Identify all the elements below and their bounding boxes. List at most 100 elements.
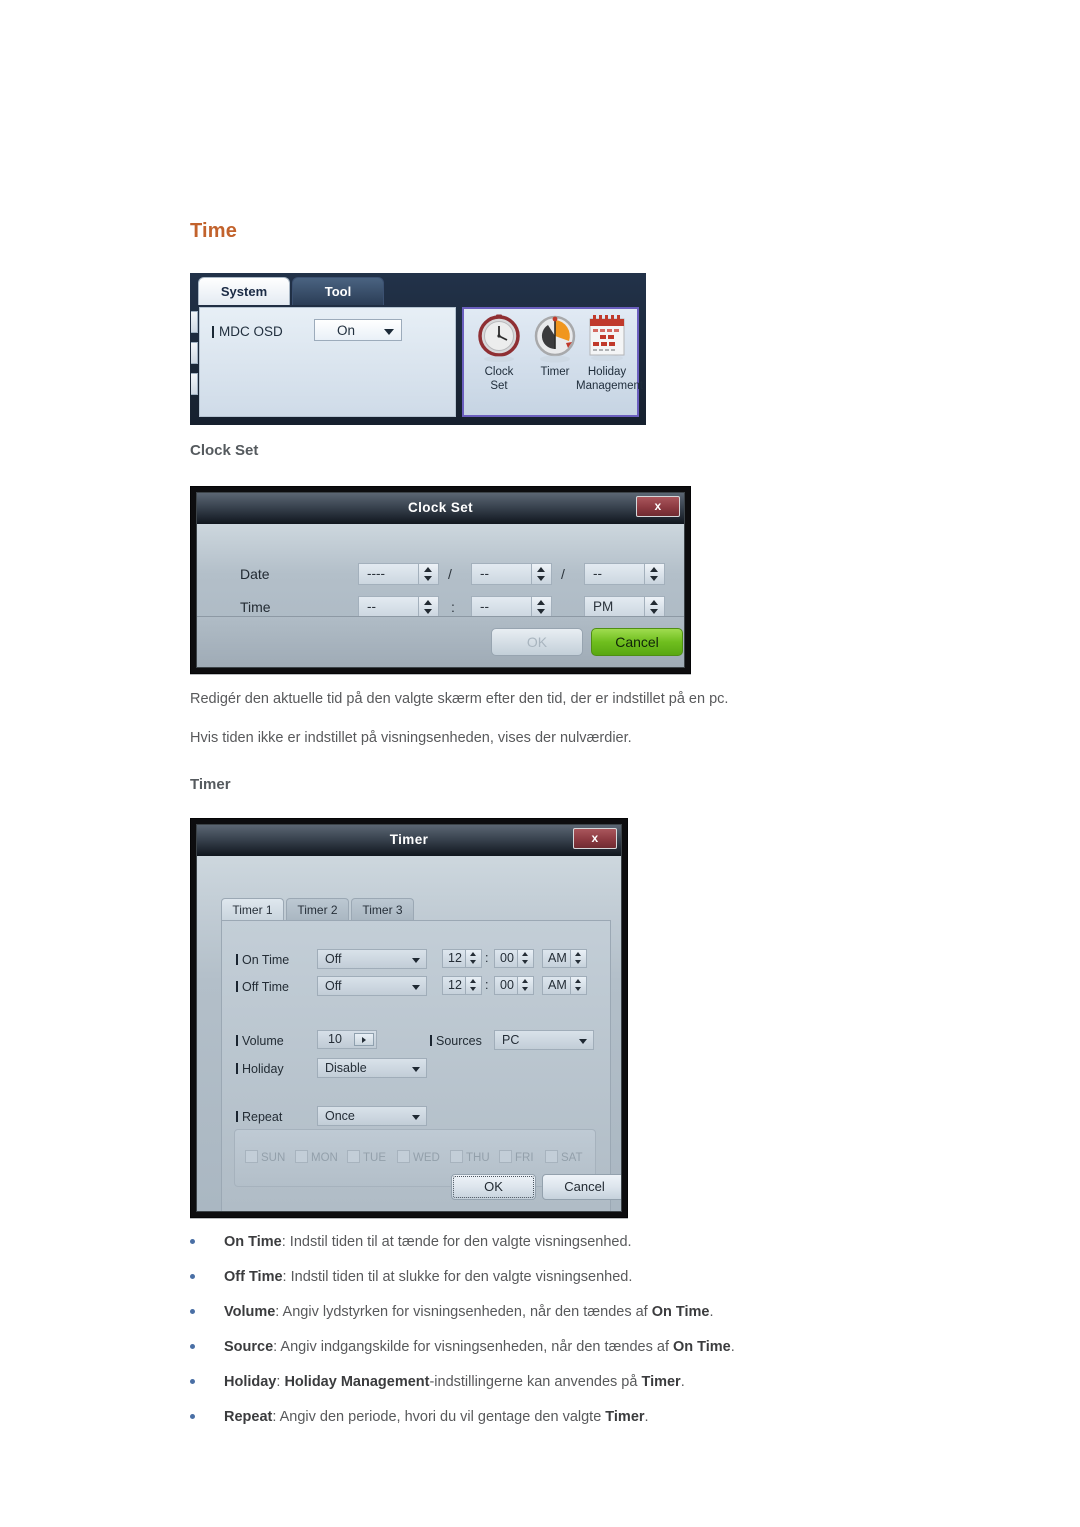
field-marker-icon xyxy=(430,1035,432,1046)
checkbox-fri[interactable]: FRI xyxy=(499,1150,534,1164)
section-heading-timer: Timer xyxy=(190,776,231,793)
stepper-arrows-icon[interactable] xyxy=(465,950,481,967)
on-time-label: On Time xyxy=(236,953,289,967)
stepper-arrows-icon[interactable] xyxy=(517,950,533,967)
bullet-tail: . xyxy=(709,1304,714,1320)
timer-dialog-inner: Timer x Timer 1 Timer 2 Timer 3 On Time … xyxy=(196,824,622,1212)
timer-content: Timer 1 Timer 2 Timer 3 On Time Off 12 : xyxy=(197,856,621,1211)
bullet-term: Source xyxy=(224,1339,274,1355)
date-year-stepper[interactable]: ---- xyxy=(358,563,439,585)
repeat-dropdown[interactable]: Once xyxy=(317,1106,427,1126)
checkbox-sat[interactable]: SAT xyxy=(545,1150,583,1164)
sidebar-stub xyxy=(191,311,198,411)
timer-dialog: Timer x Timer 1 Timer 2 Timer 3 On Time … xyxy=(190,818,628,1218)
mdc-osd-value: On xyxy=(337,323,356,338)
checkbox-icon[interactable] xyxy=(545,1150,558,1163)
field-marker-icon xyxy=(236,1063,238,1074)
off-time-meridiem-stepper[interactable]: AM xyxy=(542,976,587,995)
on-time-hour-stepper[interactable]: 12 xyxy=(442,949,482,968)
stepper-arrows-icon[interactable] xyxy=(531,597,551,617)
ok-button[interactable]: OK xyxy=(491,628,583,656)
checkbox-wed[interactable]: WED xyxy=(397,1150,440,1164)
list-item: Volume: Angiv lydstyrken for visningsenh… xyxy=(186,1302,1046,1337)
tab-timer-1[interactable]: Timer 1 xyxy=(221,898,284,921)
volume-stepper[interactable]: 10 xyxy=(317,1030,377,1049)
clock-set-dialog-inner: Clock Set x Date ---- / -- / -- Time -- … xyxy=(196,492,685,668)
on-time-meridiem-value: AM xyxy=(548,951,567,965)
off-time-minute-stepper[interactable]: 00 xyxy=(494,976,534,995)
holiday-label: Holiday xyxy=(236,1062,284,1076)
date-month-stepper[interactable]: -- xyxy=(471,563,552,585)
clock-set-button[interactable]: Clock Set xyxy=(470,313,528,392)
off-time-mode-value: Off xyxy=(325,979,342,993)
bullet-text: : Indstil tiden til at slukke for den va… xyxy=(282,1269,633,1285)
tab-timer-2[interactable]: Timer 2 xyxy=(286,898,349,921)
field-marker-icon xyxy=(236,1035,238,1046)
checkbox-tue[interactable]: TUE xyxy=(347,1150,386,1164)
paragraph-2: Hvis tiden ikke er indstillet på visning… xyxy=(190,730,632,746)
checkbox-mon[interactable]: MON xyxy=(295,1150,338,1164)
bullet-text-2: -indstillingerne kan anvendes på xyxy=(429,1374,642,1390)
ok-button[interactable]: OK xyxy=(451,1174,536,1200)
repeat-value: Once xyxy=(325,1109,355,1123)
holiday-management-button[interactable]: Holiday Management xyxy=(576,313,644,392)
cancel-button[interactable]: Cancel xyxy=(591,628,683,656)
field-marker-icon xyxy=(236,954,238,965)
clock-set-dialog: Clock Set x Date ---- / -- / -- Time -- … xyxy=(190,486,691,674)
stepper-arrows-icon[interactable] xyxy=(570,950,586,967)
on-time-colon: : xyxy=(485,951,489,965)
checkbox-icon[interactable] xyxy=(397,1150,410,1163)
clock-set-content: Date ---- / -- / -- Time --: -- PM OK C… xyxy=(197,524,684,667)
checkbox-icon[interactable] xyxy=(347,1150,360,1163)
holiday-dropdown[interactable]: Disable xyxy=(317,1058,427,1078)
bullet-icon xyxy=(190,1274,195,1279)
tab-system[interactable]: System xyxy=(198,277,290,305)
clock-set-titlebar: Clock Set x xyxy=(197,493,684,524)
chevron-down-icon xyxy=(412,958,420,963)
stepper-arrows-icon[interactable] xyxy=(517,977,533,994)
tab-timer-3[interactable]: Timer 3 xyxy=(351,898,414,921)
time-hour-stepper[interactable]: -- xyxy=(358,596,439,618)
on-time-mode-value: Off xyxy=(325,952,342,966)
stepper-arrows-icon[interactable] xyxy=(531,564,551,584)
stepper-arrows-icon[interactable] xyxy=(418,597,438,617)
on-time-minute-stepper[interactable]: 00 xyxy=(494,949,534,968)
on-time-meridiem-stepper[interactable]: AM xyxy=(542,949,587,968)
stepper-arrows-icon[interactable] xyxy=(644,564,664,584)
bullet-icon xyxy=(190,1414,195,1419)
checkbox-sun[interactable]: SUN xyxy=(245,1150,285,1164)
on-time-mode-dropdown[interactable]: Off xyxy=(317,949,427,969)
volume-increase-icon[interactable] xyxy=(354,1033,374,1046)
sources-label: Sources xyxy=(430,1034,482,1048)
stepper-arrows-icon[interactable] xyxy=(418,564,438,584)
stepper-arrows-icon[interactable] xyxy=(465,977,481,994)
bullet-icon xyxy=(190,1239,195,1244)
time-icon-group: Clock Set Timer Holiday Management xyxy=(462,307,644,417)
close-icon[interactable]: x xyxy=(573,828,617,849)
off-time-mode-dropdown[interactable]: Off xyxy=(317,976,427,996)
tab-tool[interactable]: Tool xyxy=(292,277,384,305)
checkbox-icon[interactable] xyxy=(450,1150,463,1163)
date-day-stepper[interactable]: -- xyxy=(584,563,665,585)
bullet-term: Volume xyxy=(224,1304,276,1320)
stepper-arrows-icon[interactable] xyxy=(570,977,586,994)
checkbox-icon[interactable] xyxy=(499,1150,512,1163)
bullet-term: Holiday xyxy=(224,1374,277,1390)
holiday-label-2: Management xyxy=(576,379,644,392)
date-month-value: -- xyxy=(480,566,489,581)
stepper-arrows-icon[interactable] xyxy=(644,597,664,617)
mdc-osd-dropdown[interactable]: On xyxy=(314,319,402,341)
close-icon[interactable]: x xyxy=(636,496,680,517)
checkbox-icon[interactable] xyxy=(295,1150,308,1163)
repeat-label: Repeat xyxy=(236,1110,282,1124)
chevron-down-icon xyxy=(412,1067,420,1072)
cancel-button[interactable]: Cancel xyxy=(542,1174,621,1200)
time-meridiem-stepper[interactable]: PM xyxy=(584,596,665,618)
off-time-colon: : xyxy=(485,978,489,992)
off-time-hour-stepper[interactable]: 12 xyxy=(442,976,482,995)
holiday-label-1: Holiday xyxy=(587,366,627,378)
checkbox-thu[interactable]: THU xyxy=(450,1150,490,1164)
checkbox-icon[interactable] xyxy=(245,1150,258,1163)
time-minute-stepper[interactable]: -- xyxy=(471,596,552,618)
sources-dropdown[interactable]: PC xyxy=(494,1030,594,1050)
